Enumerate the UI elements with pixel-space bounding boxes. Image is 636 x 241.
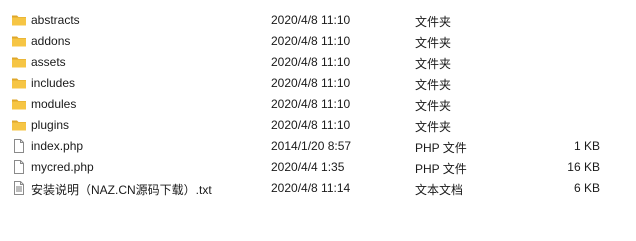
file-type: 文件夹 xyxy=(415,99,452,113)
list-item[interactable]: assets 2020/4/8 11:10 文件夹 xyxy=(0,52,636,73)
file-name: 安装说明（NAZ.CN源码下载）.txt xyxy=(31,183,212,197)
file-name: includes xyxy=(31,76,76,90)
file-type: 文件夹 xyxy=(415,36,452,50)
file-list: abstracts 2020/4/8 11:10 文件夹 addons 2020… xyxy=(0,0,636,241)
document-icon xyxy=(11,138,27,154)
document-icon xyxy=(11,159,27,175)
file-name: plugins xyxy=(31,118,70,132)
file-size: 6 KB xyxy=(573,181,600,195)
list-item[interactable]: mycred.php 2020/4/4 1:35 PHP 文件 16 KB xyxy=(0,157,636,178)
file-type: 文件夹 xyxy=(415,15,452,29)
file-type: 文件夹 xyxy=(415,57,452,71)
file-type: 文件夹 xyxy=(415,120,452,134)
file-size: 16 KB xyxy=(567,160,600,174)
file-name: assets xyxy=(31,55,66,69)
file-modified: 2020/4/8 11:10 xyxy=(271,34,351,48)
list-item[interactable]: modules 2020/4/8 11:10 文件夹 xyxy=(0,94,636,115)
file-size: 1 KB xyxy=(573,139,600,153)
list-item[interactable]: includes 2020/4/8 11:10 文件夹 xyxy=(0,73,636,94)
file-name: mycred.php xyxy=(31,160,94,174)
file-type: PHP 文件 xyxy=(415,162,467,176)
file-type: 文件夹 xyxy=(415,78,452,92)
list-item[interactable]: plugins 2020/4/8 11:10 文件夹 xyxy=(0,115,636,136)
file-type: PHP 文件 xyxy=(415,141,467,155)
folder-icon xyxy=(11,33,27,49)
file-modified: 2014/1/20 8:57 xyxy=(271,139,352,153)
file-modified: 2020/4/8 11:10 xyxy=(271,13,351,27)
folder-icon xyxy=(11,117,27,133)
file-modified: 2020/4/8 11:10 xyxy=(271,97,351,111)
file-modified: 2020/4/8 11:10 xyxy=(271,55,351,69)
list-item[interactable]: 安装说明（NAZ.CN源码下载）.txt 2020/4/8 11:14 文本文档… xyxy=(0,178,636,199)
file-name: index.php xyxy=(31,139,84,153)
folder-icon xyxy=(11,75,27,91)
file-modified: 2020/4/8 11:14 xyxy=(271,181,351,195)
folder-icon xyxy=(11,54,27,70)
folder-icon xyxy=(11,96,27,112)
file-name: addons xyxy=(31,34,71,48)
text-file-icon xyxy=(11,180,27,196)
list-item[interactable]: index.php 2014/1/20 8:57 PHP 文件 1 KB xyxy=(0,136,636,157)
file-modified: 2020/4/4 1:35 xyxy=(271,160,345,174)
file-name: abstracts xyxy=(31,13,80,27)
file-modified: 2020/4/8 11:10 xyxy=(271,76,351,90)
file-name: modules xyxy=(31,97,77,111)
file-modified: 2020/4/8 11:10 xyxy=(271,118,351,132)
file-type: 文本文档 xyxy=(415,183,464,197)
folder-icon xyxy=(11,12,27,28)
list-item[interactable]: abstracts 2020/4/8 11:10 文件夹 xyxy=(0,10,636,31)
list-item[interactable]: addons 2020/4/8 11:10 文件夹 xyxy=(0,31,636,52)
